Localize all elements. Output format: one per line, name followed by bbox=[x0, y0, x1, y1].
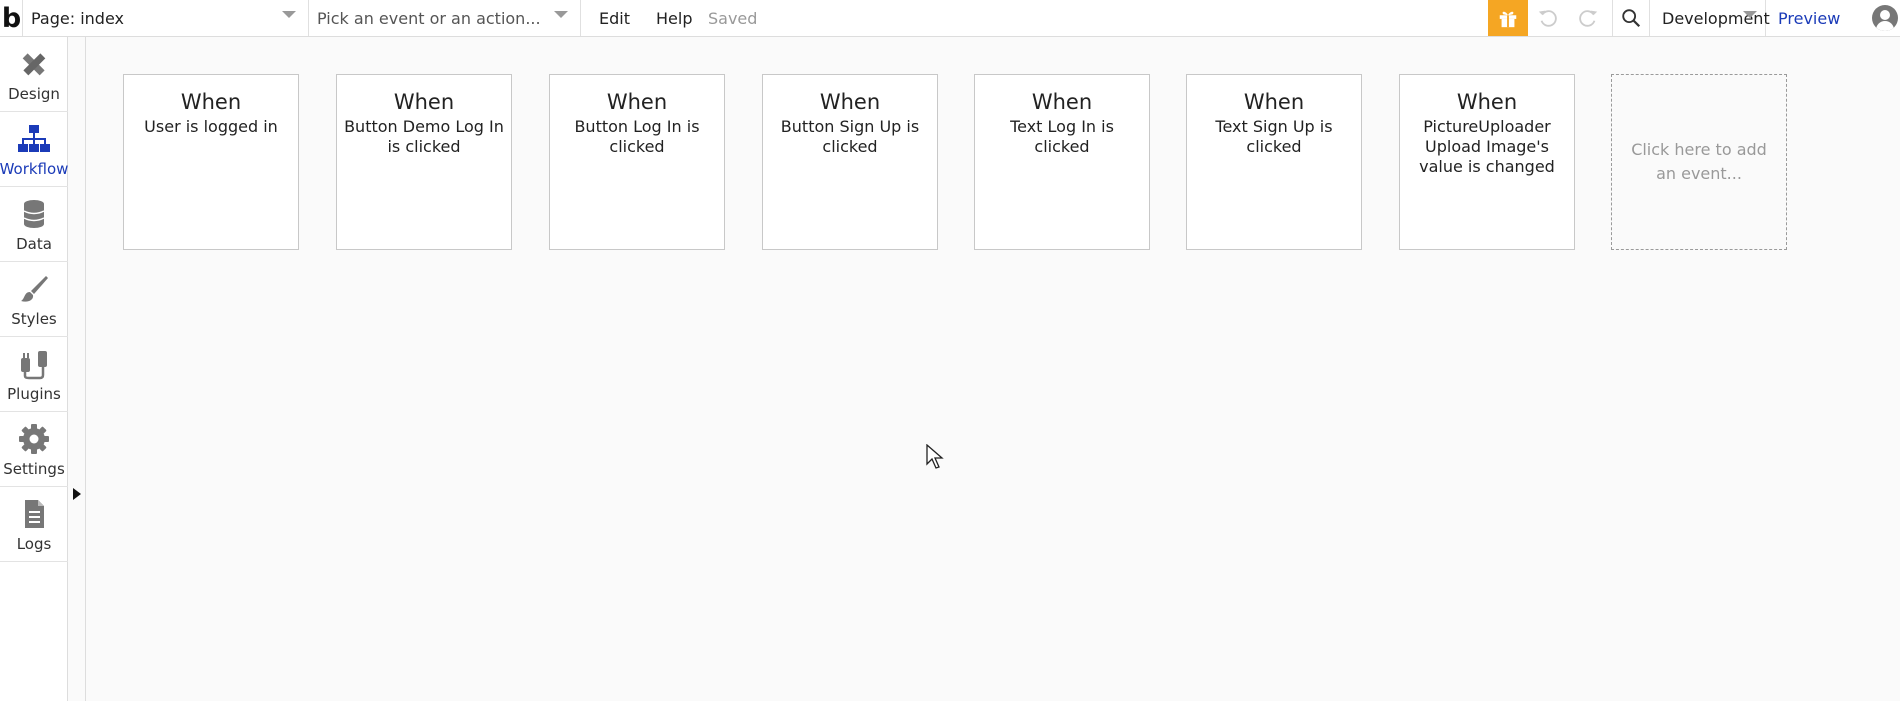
event-card-description: User is logged in bbox=[144, 117, 278, 136]
document-icon bbox=[25, 500, 44, 528]
sidebar-item-label: Logs bbox=[16, 535, 52, 553]
event-card-title: When bbox=[393, 90, 455, 114]
event-card-description: Text Log In is clicked bbox=[1010, 117, 1114, 156]
gear-icon bbox=[19, 424, 49, 454]
avatar-head bbox=[1880, 10, 1890, 20]
bubble-logo[interactable]: b bbox=[0, 0, 22, 36]
gift-button[interactable] bbox=[1488, 0, 1528, 36]
sidebar-item-design[interactable]: Design bbox=[0, 37, 68, 112]
sidebar-item-label: Styles bbox=[11, 310, 57, 328]
top-bar: b Page: index Pick an event or an action… bbox=[0, 0, 1900, 37]
add-event-button[interactable]: Click here to add an event... bbox=[1611, 74, 1787, 250]
event-card-title: When bbox=[1031, 90, 1093, 114]
chevron-down-icon bbox=[554, 11, 568, 18]
event-card-description: Button Log In is clicked bbox=[574, 117, 700, 156]
event-card-picture-uploader[interactable]: When PictureUploader Upload Image's valu… bbox=[1399, 74, 1575, 250]
sidebar-item-label: Workflow bbox=[0, 160, 69, 178]
event-card-title: When bbox=[1243, 90, 1305, 114]
sidebar-item-styles[interactable]: Styles bbox=[0, 262, 68, 337]
event-card-title: When bbox=[1456, 90, 1518, 114]
help-menu[interactable]: Help bbox=[656, 0, 692, 36]
avatar-body bbox=[1876, 21, 1894, 31]
avatar[interactable] bbox=[1872, 5, 1898, 31]
plug-icon bbox=[21, 351, 47, 380]
sidebar-item-plugins[interactable]: Plugins bbox=[0, 337, 68, 412]
database-icon bbox=[23, 200, 45, 228]
sidebar-item-workflow[interactable]: Workflow bbox=[0, 112, 68, 187]
gift-icon bbox=[1499, 11, 1517, 28]
event-card-button-log-in[interactable]: When Button Log In is clicked bbox=[549, 74, 725, 250]
search-button[interactable] bbox=[1612, 0, 1650, 36]
event-picker-dropdown[interactable]: Pick an event or an action... bbox=[309, 0, 581, 36]
redo-button[interactable] bbox=[1570, 0, 1606, 36]
mouse-cursor-icon bbox=[926, 444, 944, 469]
event-card-text-sign-up[interactable]: When Text Sign Up is clicked bbox=[1186, 74, 1362, 250]
brush-icon bbox=[21, 276, 48, 302]
event-card-title: When bbox=[606, 90, 668, 114]
search-icon bbox=[1622, 9, 1641, 28]
panel-rail bbox=[69, 37, 86, 701]
event-card-title: When bbox=[180, 90, 242, 114]
event-card-description: Text Sign Up is clicked bbox=[1215, 117, 1333, 156]
save-status: Saved bbox=[708, 8, 758, 28]
event-card-description: PictureUploader Upload Image's value is … bbox=[1419, 117, 1555, 176]
sidebar-item-label: Data bbox=[16, 235, 52, 253]
workflow-icon bbox=[18, 125, 50, 152]
event-card-description: Button Demo Log In is clicked bbox=[344, 117, 504, 156]
edit-menu[interactable]: Edit bbox=[599, 0, 630, 36]
page-selector-label: Page: index bbox=[31, 8, 124, 28]
sidebar: Design Workflow Data Styles Plugins Sett… bbox=[0, 37, 68, 701]
environment-dropdown[interactable]: Development bbox=[1650, 0, 1770, 36]
preview-link[interactable]: Preview bbox=[1778, 0, 1840, 36]
event-card-user-logged-in[interactable]: When User is logged in bbox=[123, 74, 299, 250]
workflow-canvas[interactable]: When User is logged in When Button Demo … bbox=[86, 37, 1900, 701]
chevron-down-icon bbox=[282, 11, 296, 18]
undo-button[interactable] bbox=[1530, 0, 1566, 36]
event-card-button-demo-log-in[interactable]: When Button Demo Log In is clicked bbox=[336, 74, 512, 250]
sidebar-item-label: Plugins bbox=[7, 385, 61, 403]
sidebar-item-label: Design bbox=[8, 85, 60, 103]
event-card-button-sign-up[interactable]: When Button Sign Up is clicked bbox=[762, 74, 938, 250]
event-picker-placeholder: Pick an event or an action... bbox=[317, 8, 541, 28]
undo-icon bbox=[1538, 10, 1557, 27]
redo-icon bbox=[1579, 10, 1598, 27]
event-card-description: Button Sign Up is clicked bbox=[780, 117, 920, 156]
expand-panel-arrow-icon[interactable] bbox=[73, 488, 81, 500]
sidebar-item-settings[interactable]: Settings bbox=[0, 412, 68, 487]
chevron-down-icon bbox=[1743, 11, 1757, 18]
page-selector-dropdown[interactable]: Page: index bbox=[22, 0, 309, 36]
sidebar-item-data[interactable]: Data bbox=[0, 187, 68, 262]
event-card-text-log-in[interactable]: When Text Log In is clicked bbox=[974, 74, 1150, 250]
event-card-title: When bbox=[819, 90, 881, 114]
sidebar-item-logs[interactable]: Logs bbox=[0, 487, 68, 562]
pencil-ruler-icon bbox=[22, 53, 46, 76]
sidebar-item-label: Settings bbox=[3, 460, 65, 478]
